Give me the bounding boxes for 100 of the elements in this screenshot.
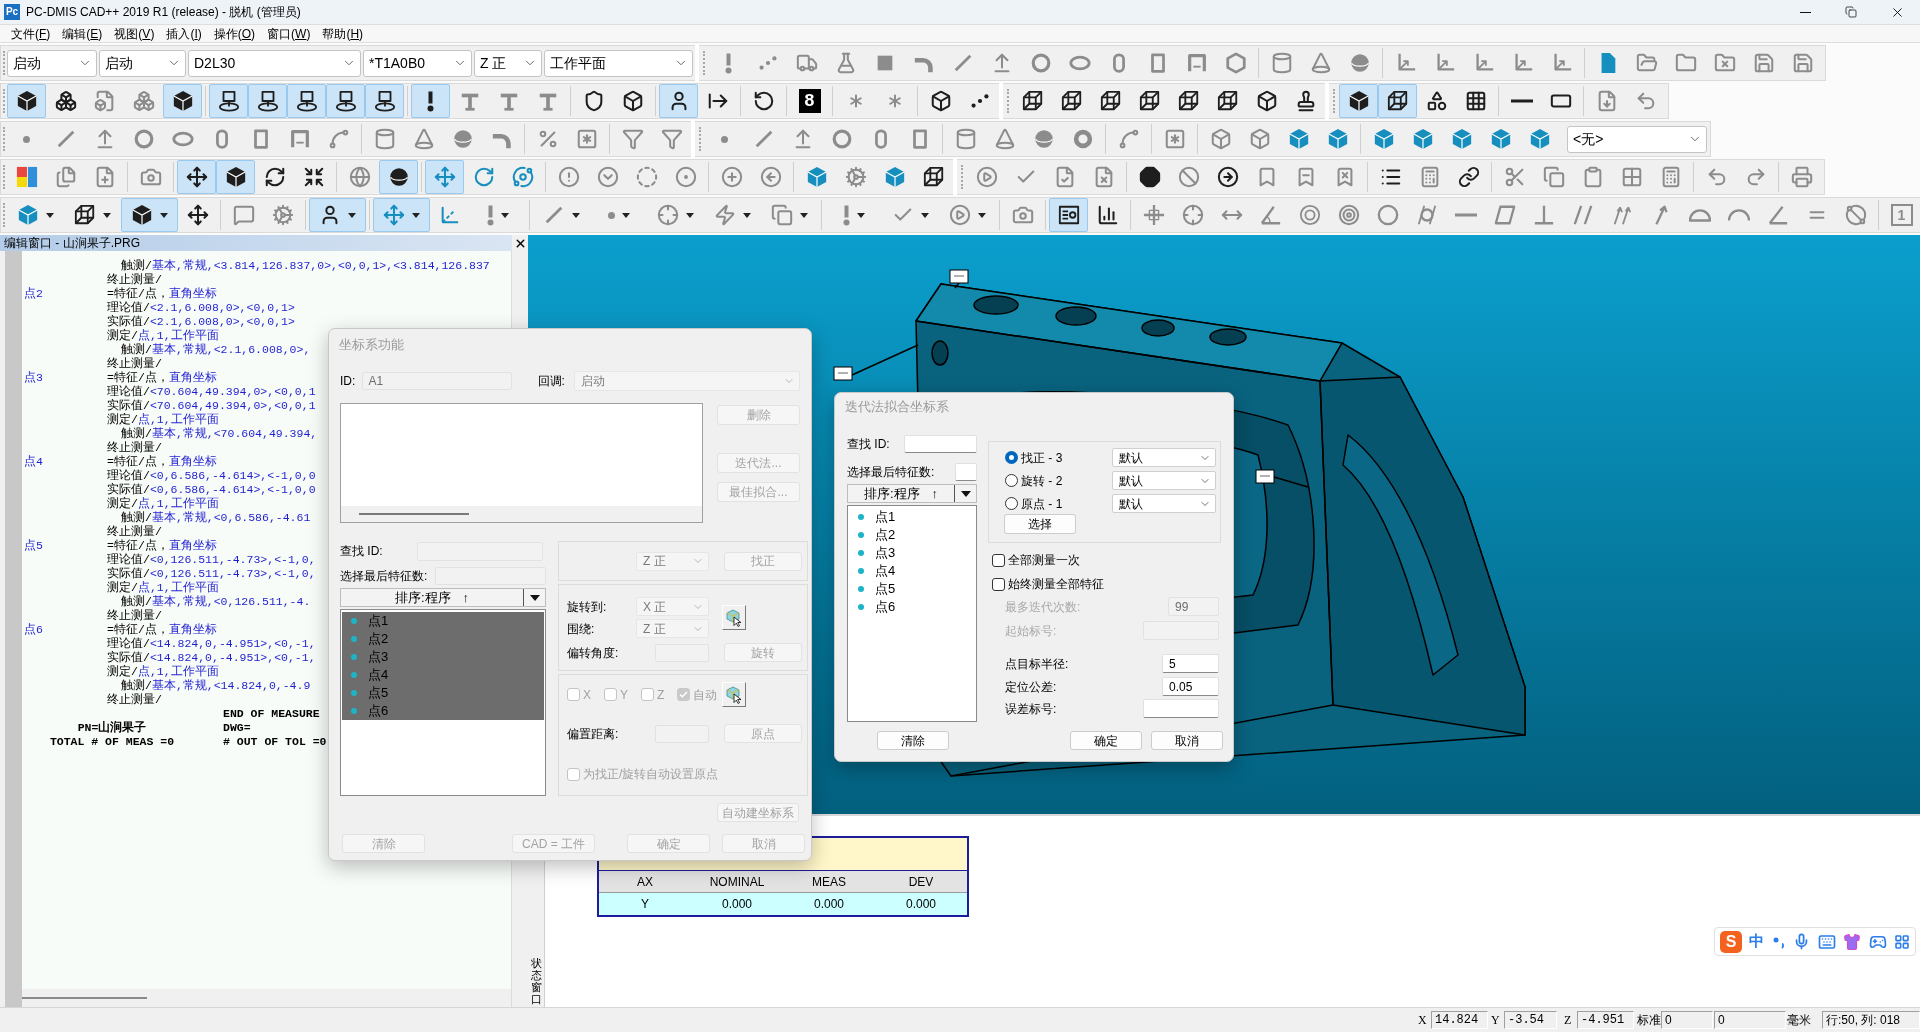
link-icon <box>1457 166 1480 188</box>
code-line: 理论值/<2.1,6.008,0>,<0,0,1> <box>107 300 295 315</box>
code-line: 测定/点,1,工作平面 <box>107 664 219 679</box>
dropdown[interactable]: <无> <box>1567 125 1707 153</box>
toolbar-button[interactable] <box>248 84 287 118</box>
feature-label: 点3 <box>24 371 43 385</box>
horizontal-scrollbar[interactable] <box>22 997 147 999</box>
copy-icon <box>1542 166 1565 188</box>
toolbar-button[interactable] <box>659 84 698 118</box>
code-line: 测定/点,1,工作平面 <box>107 580 219 595</box>
report-text: PN=山涧果子 <box>77 721 147 735</box>
coordinate-value: 14.824 <box>1431 1011 1488 1029</box>
radio-button[interactable] <box>1005 497 1018 510</box>
horizontal-line-icon <box>1510 99 1533 103</box>
toolbar-button[interactable] <box>1049 198 1088 232</box>
toolbar-button[interactable] <box>7 84 46 118</box>
surface-plane-icon <box>295 90 318 112</box>
toolbar-button[interactable] <box>379 160 418 194</box>
dialog-title: 坐标系功能 <box>339 335 404 354</box>
menu-item[interactable]: 插入(I) <box>160 24 208 43</box>
rotate-ccw-icon <box>752 90 775 112</box>
folder-icon <box>1674 52 1697 74</box>
dropdown[interactable]: *T1A0B0 <box>363 49 472 77</box>
dropdown[interactable]: 默认 <box>1112 494 1216 513</box>
dropdown[interactable]: 启动 <box>99 49 186 77</box>
checkbox[interactable] <box>992 553 1005 567</box>
toolbar-button[interactable] <box>365 84 404 118</box>
dropdown[interactable]: 默认 <box>1112 471 1216 490</box>
menu-item[interactable]: 视图(V) <box>108 24 161 43</box>
toolbar-button[interactable] <box>163 84 202 118</box>
horizontal-scrollbar[interactable] <box>359 513 469 515</box>
menu-item[interactable]: 帮助(H) <box>316 24 370 43</box>
field-label: 选择最后特征数: <box>847 464 935 481</box>
input-field[interactable]: 0.05 <box>1162 677 1219 696</box>
dropdown[interactable]: D2L30 <box>188 49 361 77</box>
toolbar-button[interactable] <box>177 160 216 194</box>
toolbar-button[interactable] <box>121 198 178 232</box>
button[interactable]: 清除 <box>877 731 949 750</box>
shapes-icon <box>1425 90 1448 112</box>
caret-icon <box>621 212 630 218</box>
feature-label: 点4 <box>24 455 43 469</box>
field-label: 围绕: <box>567 620 596 638</box>
toolbar-button[interactable] <box>1339 84 1378 118</box>
toolbar-button[interactable]: 8 <box>790 84 829 118</box>
copy-icon <box>771 204 793 226</box>
menu-item[interactable]: 文件(F) <box>5 24 57 43</box>
point-tag-icon <box>1255 469 1275 484</box>
cone-icon <box>993 128 1016 150</box>
code-line: 测定/点,1,工作平面 <box>107 496 219 511</box>
dropdown[interactable]: 工作平面 <box>544 49 693 77</box>
exclamation-icon <box>842 204 850 226</box>
report-text: END OF MEASURE <box>223 707 320 721</box>
dropdown[interactable]: Z 正 <box>474 49 542 77</box>
dropdown[interactable]: 启动 <box>7 49 97 77</box>
grid-icon[interactable] <box>1893 933 1910 950</box>
field-label: 点目标半径: <box>1005 655 1069 673</box>
toolbar-button[interactable] <box>209 84 248 118</box>
checkbox[interactable] <box>992 577 1005 591</box>
button[interactable]: 选择 <box>1004 514 1076 534</box>
toolbar-button[interactable] <box>411 84 450 118</box>
field-label: 旋转到: <box>567 598 608 616</box>
dock-tab[interactable]: 状态窗口 <box>530 956 542 1005</box>
octagon-icon <box>1138 166 1161 188</box>
button[interactable]: 确定 <box>1070 731 1142 750</box>
keyboard-icon[interactable] <box>1817 932 1836 951</box>
toolbar-button[interactable] <box>216 160 255 194</box>
wireframe-cube-icon <box>1386 90 1409 112</box>
exclamation-icon <box>486 204 494 226</box>
input-field[interactable] <box>1143 699 1219 718</box>
input-mode[interactable]: 中 <box>1749 930 1765 953</box>
caret-icon <box>529 594 540 601</box>
caret-icon <box>160 212 168 218</box>
caret-icon <box>921 212 929 218</box>
circle-alert-icon <box>557 166 580 188</box>
dropdown[interactable]: 默认 <box>1112 448 1216 467</box>
menu-item[interactable]: 窗口(W) <box>261 24 317 43</box>
toolbar-button[interactable] <box>309 198 366 232</box>
crosshair-icon <box>1181 204 1204 226</box>
shirt-icon[interactable] <box>1843 932 1862 951</box>
toolbar-button[interactable] <box>326 84 365 118</box>
radio-button[interactable] <box>1005 474 1018 487</box>
printer-icon <box>1790 166 1813 188</box>
orbit-icon <box>511 166 534 188</box>
truck-icon <box>795 52 818 74</box>
button[interactable]: 取消 <box>1151 731 1223 750</box>
checkbox-label: 始终测量全部特征 <box>1008 576 1104 593</box>
parallel-lines-icon <box>1571 204 1594 226</box>
radio-button[interactable] <box>1005 451 1018 464</box>
input-field[interactable]: 5 <box>1162 654 1219 673</box>
surface-plane-icon <box>373 90 396 112</box>
toolbar-button[interactable] <box>287 84 326 118</box>
menu-item[interactable]: 编辑(E) <box>56 24 109 43</box>
menu-item[interactable]: 操作(O) <box>207 24 262 43</box>
chart-column-icon <box>1096 204 1119 226</box>
input-field[interactable] <box>904 435 977 453</box>
cube-outline-icon <box>621 90 644 112</box>
toolbar-button[interactable] <box>1378 84 1417 118</box>
input-field[interactable] <box>955 463 977 481</box>
table-cell-text: 0.000 <box>813 896 845 913</box>
filter-icon <box>660 128 683 150</box>
